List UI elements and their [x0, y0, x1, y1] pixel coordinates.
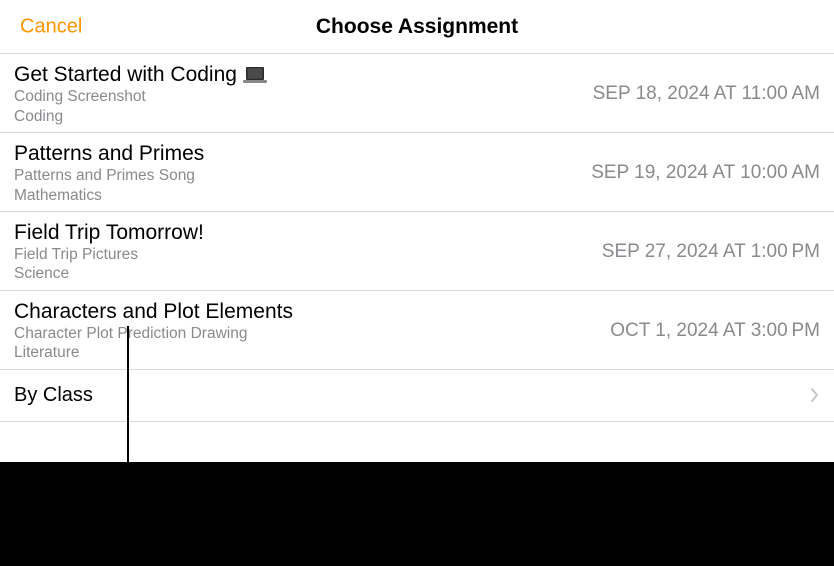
assignment-category: Coding: [14, 107, 267, 126]
panel-header: Cancel Choose Assignment: [0, 0, 834, 54]
choose-assignment-panel: Cancel Choose Assignment Get Started wit…: [0, 0, 834, 462]
assignment-row[interactable]: Patterns and Primes Patterns and Primes …: [0, 133, 834, 212]
assignment-title-text: Patterns and Primes: [14, 141, 204, 166]
laptop-icon: [243, 66, 267, 84]
assignment-info: Patterns and Primes Patterns and Primes …: [14, 141, 204, 205]
by-class-row[interactable]: By Class: [0, 370, 834, 422]
assignment-row[interactable]: Field Trip Tomorrow! Field Trip Pictures…: [0, 212, 834, 291]
page-title: Choose Assignment: [0, 15, 834, 39]
assignment-subtitle: Coding Screenshot: [14, 87, 267, 106]
assignment-row[interactable]: Characters and Plot Elements Character P…: [0, 291, 834, 370]
by-class-label: By Class: [14, 384, 93, 407]
assignment-info: Field Trip Tomorrow! Field Trip Pictures…: [14, 220, 204, 284]
assignment-category: Literature: [14, 343, 293, 362]
assignment-list: Get Started with Coding Coding Screensho…: [0, 54, 834, 422]
cancel-button[interactable]: Cancel: [20, 15, 82, 38]
assignment-subtitle: Character Plot Prediction Drawing: [14, 324, 293, 343]
assignment-info: Characters and Plot Elements Character P…: [14, 299, 293, 363]
callout-line: [127, 326, 129, 496]
assignment-title-text: Field Trip Tomorrow!: [14, 220, 204, 245]
assignment-title: Characters and Plot Elements: [14, 299, 293, 324]
assignment-subtitle: Field Trip Pictures: [14, 245, 204, 264]
chevron-right-icon: [810, 387, 820, 403]
assignment-title-text: Characters and Plot Elements: [14, 299, 293, 324]
assignment-category: Mathematics: [14, 186, 204, 205]
assignment-date: SEP 19, 2024 AT 10:00 AM: [591, 162, 820, 184]
assignment-date: SEP 27, 2024 AT 1:00 PM: [602, 241, 820, 263]
assignment-category: Science: [14, 264, 204, 283]
assignment-date: SEP 18, 2024 AT 11:00 AM: [593, 83, 820, 105]
assignment-subtitle: Patterns and Primes Song: [14, 166, 204, 185]
assignment-title: Field Trip Tomorrow!: [14, 220, 204, 245]
assignment-row[interactable]: Get Started with Coding Coding Screensho…: [0, 54, 834, 133]
assignment-info: Get Started with Coding Coding Screensho…: [14, 62, 267, 126]
assignment-title: Get Started with Coding: [14, 62, 267, 87]
assignment-date: OCT 1, 2024 AT 3:00 PM: [610, 320, 820, 342]
assignment-title: Patterns and Primes: [14, 141, 204, 166]
assignment-title-text: Get Started with Coding: [14, 62, 237, 87]
